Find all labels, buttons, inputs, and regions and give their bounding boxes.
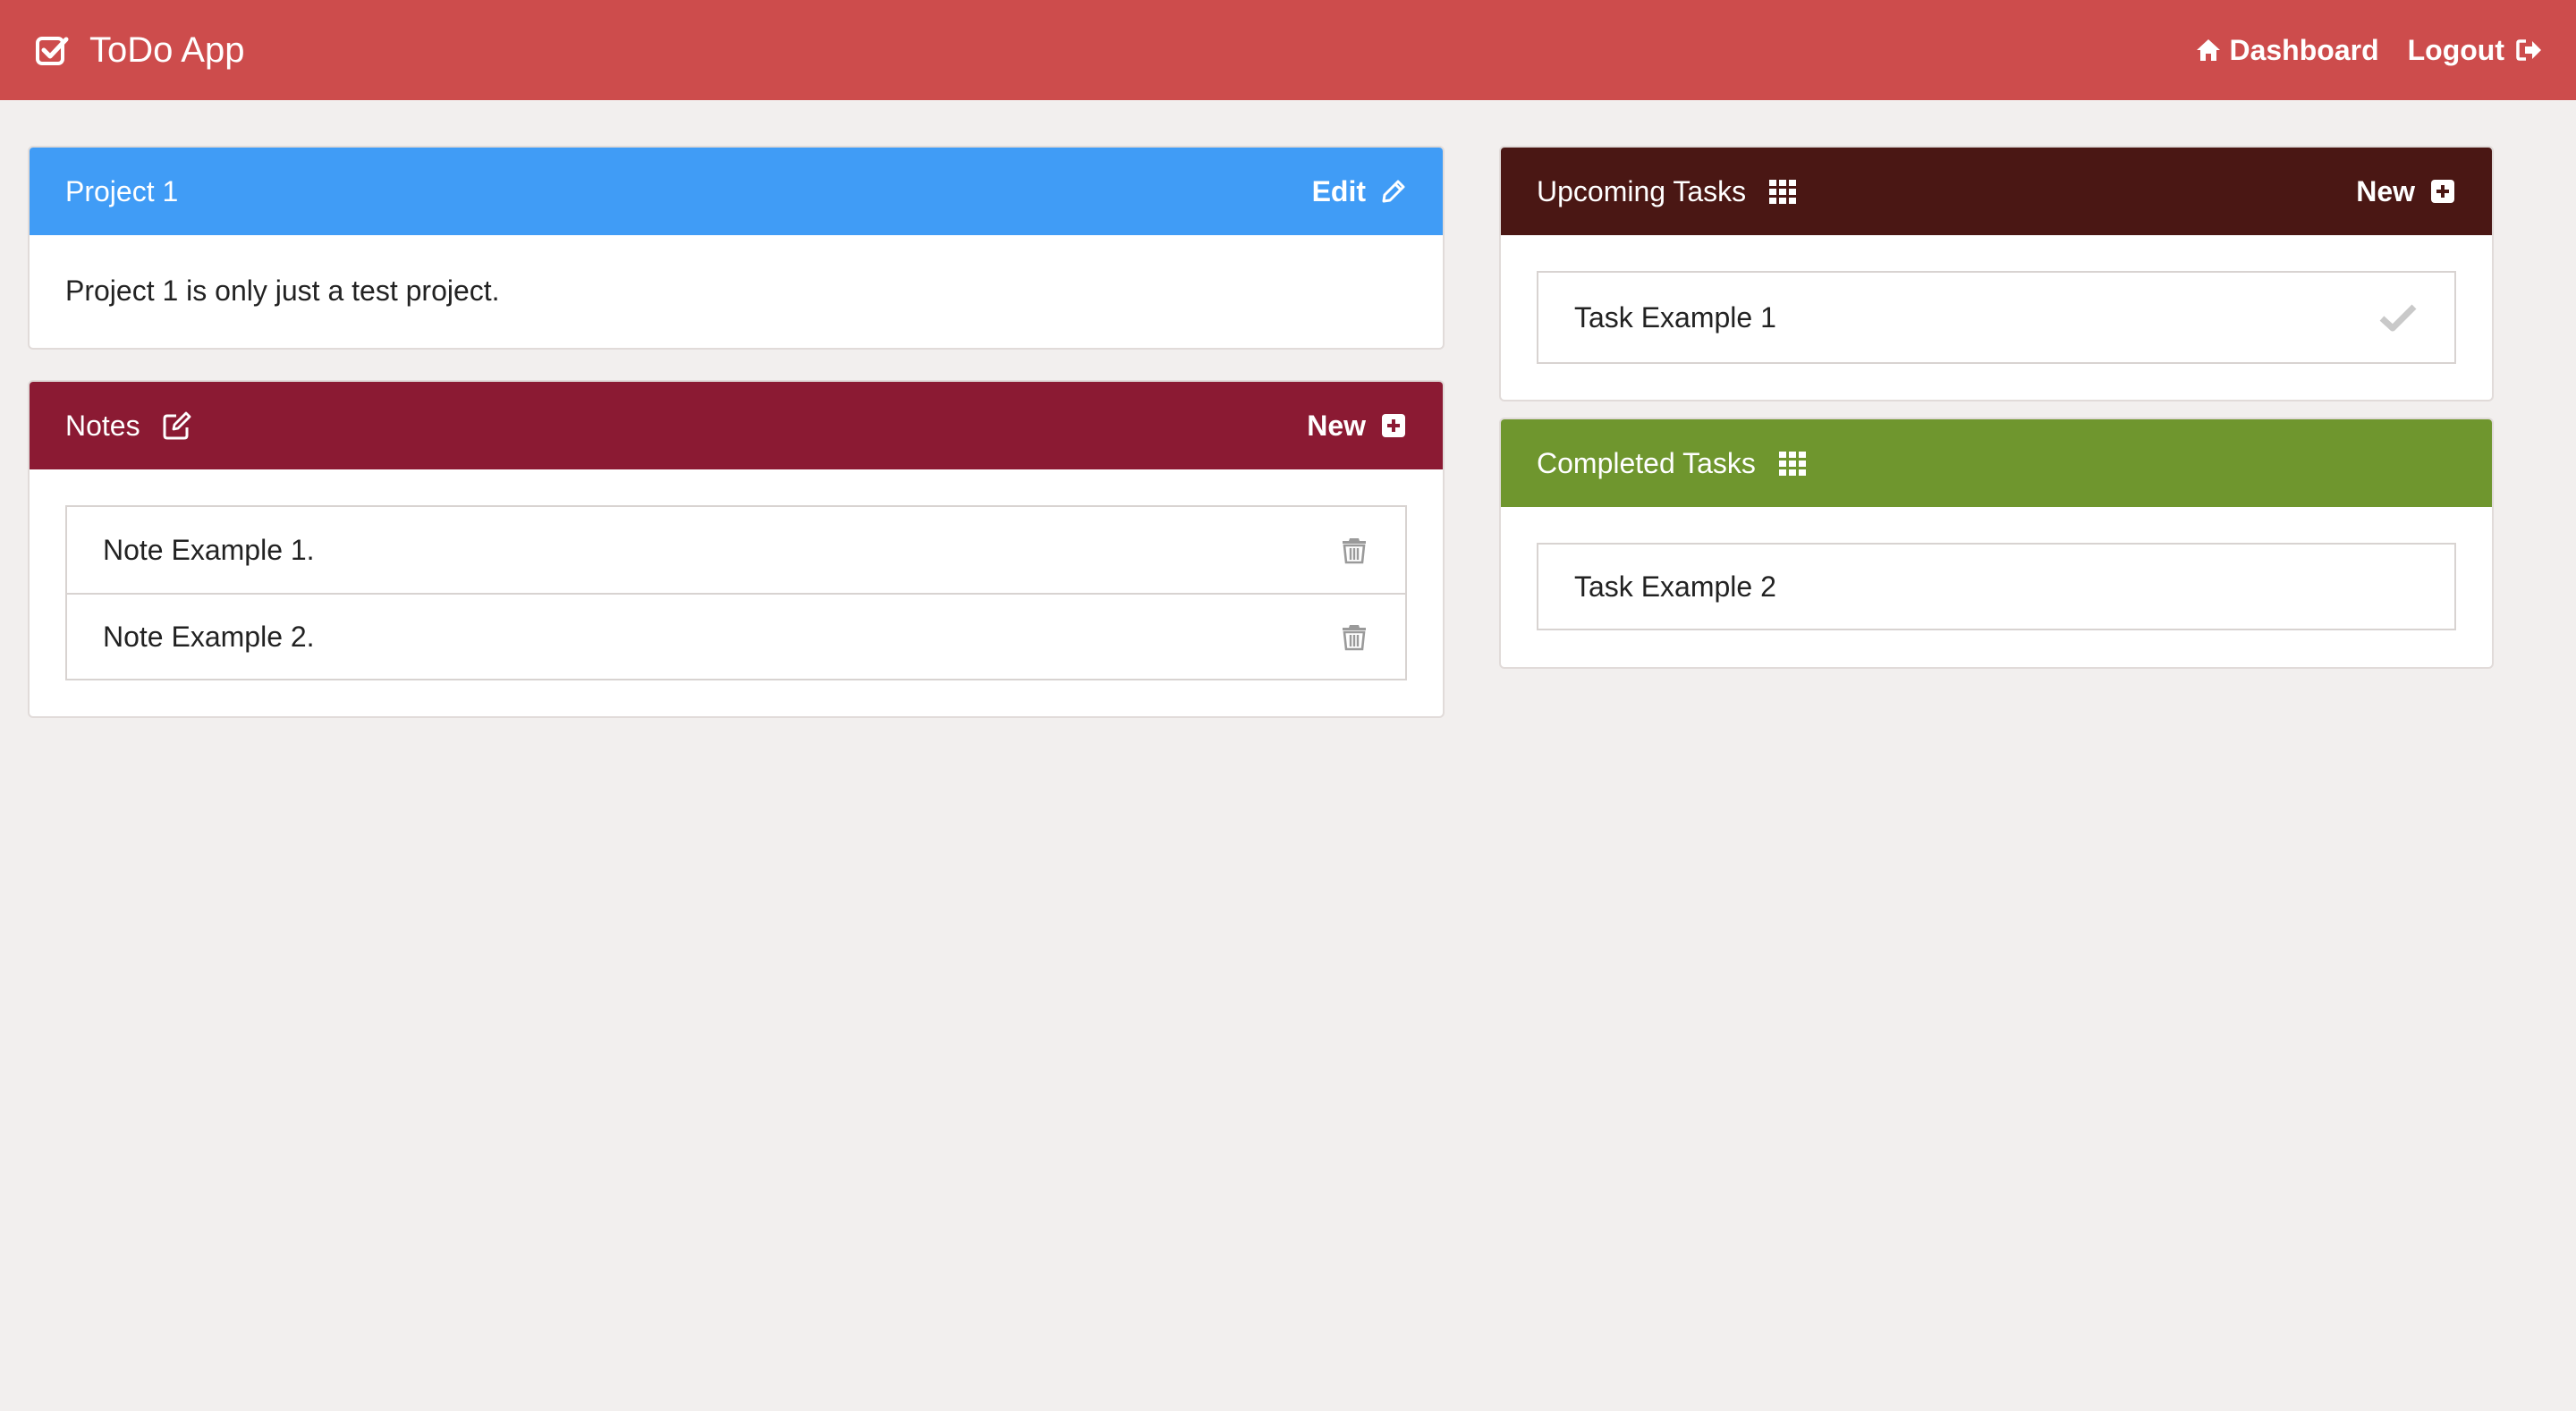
edit-label: Edit [1311,174,1366,207]
plus-square-icon [2431,180,2454,203]
nav-links: Dashboard Logout [2166,0,2542,100]
brand[interactable]: ToDo App [34,0,244,100]
notes-panel: Notes New Note Example 1. Note Example 2… [28,380,1445,718]
new-note-label: New [1307,409,1366,442]
project-title: Project 1 [65,174,179,207]
dashboard-label: Dashboard [2229,33,2379,66]
new-task-label: New [2356,174,2415,207]
notes-list: Note Example 1. Note Example 2. [65,505,1407,680]
trash-icon[interactable] [1339,621,1369,652]
task-text: Task Example 1 [1574,300,1776,334]
upcoming-tasks-panel: Upcoming Tasks New Task Example 1 [1499,146,2494,401]
upcoming-tasks-header: Upcoming Tasks New [1501,148,2492,235]
trash-icon[interactable] [1339,535,1369,565]
new-note-button[interactable]: New [1307,410,1407,443]
dashboard-link[interactable]: Dashboard [2195,33,2379,67]
edit-note-icon [163,411,191,440]
project-panel: Project 1 Edit Project 1 is only just a … [28,146,1445,350]
upcoming-tasks-title: Upcoming Tasks [1537,174,1747,207]
project-header: Project 1 Edit [30,148,1443,235]
pencil-icon [1382,180,1405,203]
check-icon[interactable] [2377,302,2419,333]
task-item: Task Example 2 [1537,543,2456,630]
grid-icon [1769,180,1797,204]
notes-title: Notes [65,409,140,442]
note-item: Note Example 1. [67,507,1405,593]
new-task-button[interactable]: New [2356,175,2456,208]
grid-icon [1778,452,1806,476]
completed-tasks-panel: Completed Tasks Task Example 2 [1499,418,2494,669]
sign-out-icon [2516,39,2541,61]
app-title: ToDo App [89,30,245,70]
home-icon [2197,39,2221,61]
top-navbar: ToDo App Dashboard Logout [0,0,2576,100]
task-text: Task Example 2 [1574,570,1776,603]
plus-square-icon [1382,414,1405,437]
logout-label: Logout [2407,33,2504,66]
note-item: Note Example 2. [67,593,1405,679]
note-text: Note Example 1. [103,533,315,566]
task-item: Task Example 1 [1537,271,2456,364]
edit-project-button[interactable]: Edit [1312,175,1407,208]
notes-header: Notes New [30,382,1443,469]
completed-tasks-title: Completed Tasks [1537,446,1756,479]
note-text: Note Example 2. [103,620,315,653]
logout-link[interactable]: Logout [2408,34,2542,67]
check-square-icon [36,37,69,65]
project-description: Project 1 is only just a test project. [65,275,500,307]
completed-tasks-header: Completed Tasks [1501,419,2492,507]
